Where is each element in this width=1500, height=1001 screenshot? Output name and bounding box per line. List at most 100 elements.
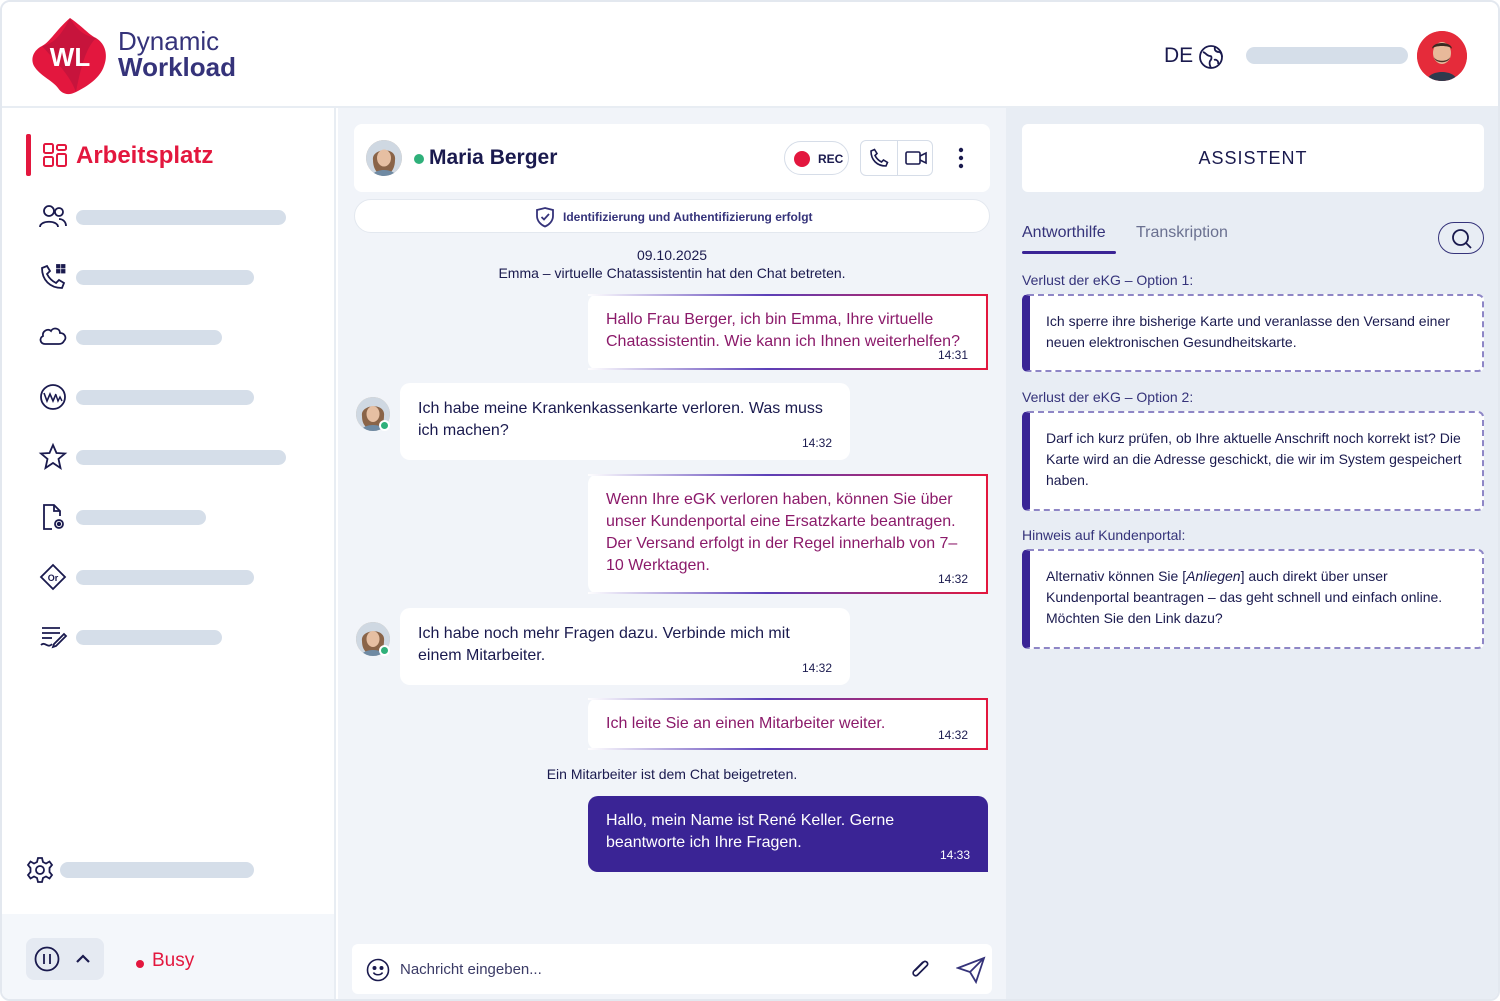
paperclip-icon[interactable] — [907, 956, 933, 982]
app-window: WL Dynamic Workload DE Arbeitsplatz Or B… — [0, 0, 1500, 1001]
system-message: Ein Mitarbeiter ist dem Chat beigetreten… — [546, 766, 798, 782]
more-options-icon[interactable] — [954, 146, 968, 170]
status-dot — [136, 960, 144, 968]
placeholder-bar — [60, 862, 254, 878]
phone-icon[interactable] — [868, 147, 890, 169]
status-label: Busy — [152, 950, 195, 971]
message-text: Ich habe noch mehr Fragen dazu. Verbinde… — [418, 625, 790, 664]
language-selector[interactable]: DE — [1164, 44, 1193, 68]
chat-date: 09.10.2025 — [636, 247, 708, 263]
shield-check-icon — [536, 207, 554, 228]
brand-line2: Workload — [118, 52, 236, 82]
message-bot: Wenn Ihre eGK verloren haben, können Sie… — [588, 474, 988, 594]
sidebar-item-favorites[interactable] — [38, 440, 298, 472]
message-time: 14:31 — [937, 348, 968, 362]
chat-panel: Maria Berger REC Identifizierung und Aut… — [338, 108, 1006, 999]
top-header: WL Dynamic Workload DE — [2, 2, 1498, 108]
tab-antworthilfe[interactable]: Antworthilfe — [1022, 224, 1106, 242]
placeholder-bar — [76, 270, 254, 285]
message-input[interactable]: Nachricht eingeben... — [400, 961, 542, 978]
contact-avatar[interactable] — [366, 140, 402, 176]
placeholder-bar — [76, 330, 222, 345]
sidebar-item-phone[interactable] — [38, 260, 298, 292]
sidebar-item-tasks[interactable] — [38, 620, 298, 652]
suggestion-card[interactable]: Darf ich kurz prüfen, ob Ihre aktuelle A… — [1022, 411, 1484, 511]
emoji-icon[interactable] — [366, 958, 390, 982]
authentication-banner: Identifizierung und Authentifizierung er… — [354, 199, 990, 233]
or-tag-icon: Or — [39, 563, 67, 591]
message-time: 14:32 — [801, 436, 832, 450]
search-button[interactable] — [1438, 222, 1484, 254]
sidebar-item-or[interactable]: Or — [38, 560, 298, 592]
brand-line1: Dynamic — [118, 26, 220, 56]
document-settings-icon — [43, 504, 64, 530]
sidebar: Arbeitsplatz Or Busy — [2, 108, 336, 999]
sidebar-item-vw[interactable] — [38, 380, 298, 412]
call-controls — [860, 140, 933, 176]
globe-icon[interactable] — [1198, 44, 1224, 70]
active-indicator — [26, 134, 31, 176]
send-icon[interactable] — [956, 956, 986, 984]
system-message: Emma – virtuelle Chatassistentin hat den… — [498, 265, 846, 281]
list-edit-icon — [40, 627, 68, 649]
message-time: 14:32 — [801, 661, 832, 675]
message-bot: Ich leite Sie an einen Mitarbeiter weite… — [588, 698, 988, 750]
online-status-dot — [379, 420, 390, 431]
authentication-text: Identifizierung und Authentifizierung er… — [563, 210, 813, 224]
user-avatar[interactable] — [1417, 31, 1467, 81]
vw-icon — [40, 384, 66, 410]
svg-text:Or: Or — [48, 573, 59, 583]
message-text: Wenn Ihre eGK verloren haben, können Sie… — [606, 491, 958, 574]
record-label: REC — [818, 152, 844, 166]
assistant-panel: ASSISTENT Antworthilfe Transkription Ver… — [1006, 108, 1498, 999]
message-user: Ich habe noch mehr Fragen dazu. Verbinde… — [400, 608, 850, 685]
option-title: Hinweis auf Kundenportal: — [1022, 527, 1186, 543]
online-status-dot — [379, 645, 390, 656]
message-user: Ich habe meine Krankenkassenkarte verlor… — [400, 383, 850, 460]
sidebar-item-label: Arbeitsplatz — [76, 142, 214, 169]
gear-icon[interactable] — [26, 856, 54, 884]
sidebar-item-arbeitsplatz[interactable]: Arbeitsplatz — [26, 134, 316, 176]
message-composer: Nachricht eingeben... — [352, 944, 992, 994]
placeholder-token: Anliegen — [1186, 568, 1241, 584]
record-dot-icon — [794, 151, 810, 167]
divider — [897, 141, 898, 175]
video-camera-icon[interactable] — [904, 147, 928, 169]
placeholder-bar — [76, 450, 286, 465]
contact-name: Maria Berger — [429, 146, 558, 169]
status-control[interactable] — [26, 938, 104, 980]
sidebar-item-users[interactable] — [38, 200, 298, 232]
suggestion-card[interactable]: Alternativ können Sie [Anliegen] auch di… — [1022, 549, 1484, 649]
placeholder-bar — [76, 570, 254, 585]
suggestion-text: Darf ich kurz prüfen, ob Ihre aktuelle A… — [1046, 430, 1462, 488]
placeholder-bar — [76, 630, 222, 645]
star-icon — [38, 442, 68, 470]
placeholder-bar — [76, 390, 254, 405]
message-text: Ich habe meine Krankenkassenkarte verlor… — [418, 400, 823, 439]
brand-logo: WL — [32, 18, 106, 95]
option-title: Verlust der eKG – Option 1: — [1022, 272, 1194, 288]
suggestion-text: Alternativ können Sie [Anliegen] auch di… — [1046, 566, 1466, 629]
active-tab-indicator — [1022, 251, 1116, 254]
chevron-up-icon[interactable] — [74, 950, 92, 968]
message-text: Hallo, mein Name ist René Keller. Gerne … — [606, 812, 895, 851]
sidebar-item-cloud[interactable] — [38, 320, 298, 352]
suggestion-text: Ich sperre ihre bisherige Karte und vera… — [1046, 313, 1450, 350]
assistant-title: ASSISTENT — [1198, 148, 1308, 168]
message-time: 14:32 — [937, 728, 968, 742]
dashboard-icon — [43, 143, 67, 167]
logo-text: WL — [50, 42, 91, 72]
record-button[interactable]: REC — [784, 141, 849, 175]
brand-name: Dynamic Workload — [118, 28, 236, 80]
suggestion-card[interactable]: Ich sperre ihre bisherige Karte und vera… — [1022, 294, 1484, 372]
option-title: Verlust der eKG – Option 2: — [1022, 389, 1194, 405]
message-time: 14:32 — [937, 572, 968, 586]
tab-transkription[interactable]: Transkription — [1136, 224, 1228, 242]
header-placeholder-bar — [1246, 47, 1408, 64]
suggestion-text-part: Alternativ können Sie [ — [1046, 568, 1187, 584]
assistant-header: ASSISTENT — [1022, 124, 1484, 192]
pause-icon[interactable] — [34, 946, 60, 972]
search-icon — [1452, 229, 1472, 249]
sidebar-item-documents[interactable] — [38, 500, 298, 532]
status-bar: Busy — [2, 914, 334, 999]
